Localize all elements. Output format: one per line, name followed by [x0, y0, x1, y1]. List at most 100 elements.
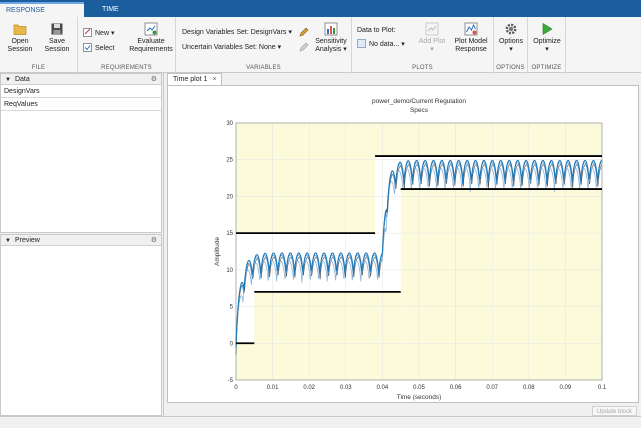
data-item-reqvalues[interactable]: ReqValues — [1, 98, 161, 111]
evaluate-icon — [144, 22, 158, 36]
collapse-triangle-icon[interactable]: ▼ — [5, 75, 11, 86]
sensitivity-icon — [324, 22, 338, 36]
play-icon — [542, 22, 553, 36]
open-label-2: Session — [7, 46, 33, 53]
open-label-1: Open — [11, 38, 29, 45]
options-button[interactable]: Options ▾ — [495, 22, 527, 54]
add-plot-icon — [425, 22, 439, 36]
optimize-label: Optimize — [533, 38, 561, 45]
y-tick-label-5: 20 — [226, 194, 233, 200]
save-label-2: Session — [44, 46, 70, 53]
upper-bound-region-1 — [375, 123, 602, 157]
preview-panel: ▼ Preview ⚙ — [0, 234, 162, 416]
data-panel: ▼ Data ⚙ DesignVars ReqValues — [0, 73, 162, 233]
select-label: Select — [95, 45, 115, 52]
x-axis-label: Time (seconds) — [397, 394, 442, 401]
tab-response-optimization[interactable]: RESPONSE OPTIMIZATION — [0, 2, 84, 27]
y-tick-label-3: 10 — [226, 268, 233, 274]
design-variables-set-dropdown[interactable]: Design Variables Set: DesignVars ▾ — [182, 28, 292, 37]
preview-panel-options-icon[interactable]: ⚙ — [151, 235, 157, 246]
y-tick-label-6: 25 — [226, 158, 233, 164]
save-session-button[interactable]: Save Session — [40, 22, 74, 54]
data-icon — [357, 39, 366, 48]
collapse-triangle-icon[interactable]: ▼ — [5, 236, 11, 247]
optimize-button[interactable]: Optimize ▾ — [529, 22, 565, 54]
sensitivity-analysis-button[interactable]: Sensitivity Analysis ▾ — [311, 22, 351, 54]
toolstrip-tabs: RESPONSE OPTIMIZATION TIME PLOT — [0, 0, 641, 28]
x-tick-label-8: 0.08 — [523, 385, 535, 391]
section-variables: Design Variables Set: DesignVars ▾ Uncer… — [176, 17, 352, 73]
data-panel-title: Data — [14, 76, 30, 83]
section-optimize: Optimize ▾ OPTIMIZE — [528, 17, 566, 73]
evaluate-label-2: Requirements — [129, 46, 173, 53]
x-tick-label-2: 0.02 — [303, 385, 315, 391]
update-block-button[interactable]: Update block — [591, 406, 637, 416]
edit-design-variables-icon[interactable] — [299, 27, 309, 37]
x-tick-label-10: 0.1 — [598, 385, 607, 391]
y-tick-label-4: 15 — [226, 231, 233, 237]
time-plot-figure: 0 0.01 0.02 0.03 0.04 0.05 0.06 0.07 0.08 0.09 0.1… — [167, 85, 639, 403]
lower-bound-region-1 — [254, 291, 401, 380]
new-requirement-button[interactable]: New ▾ — [83, 28, 114, 38]
evaluate-label-1: Evaluate — [137, 38, 165, 45]
sensitivity-label-2: Analysis — [315, 46, 342, 53]
section-plots: Data to Plot: No data... ▾ Add Plot ▾ Plo… — [352, 17, 494, 73]
time-plot-chart[interactable]: 0 0.01 0.02 0.03 0.04 0.05 0.06 0.07 0.08 0.09 0.1… — [168, 86, 638, 402]
x-tick-label-0: 0 — [234, 385, 238, 391]
file-section-label: FILE — [31, 65, 46, 71]
section-options: Options ▾ OPTIONS — [494, 17, 528, 73]
lower-bound-region-2 — [400, 189, 602, 380]
requirements-section-label: REQUIREMENTS — [101, 65, 152, 71]
status-bar: Update block — [0, 406, 641, 428]
section-file: Open Session Save Session FILE — [0, 17, 78, 73]
options-label: Options — [498, 38, 524, 45]
uncertain-set-label: Uncertain Variables Set: None — [182, 44, 276, 51]
plot-model-label-1: Plot Model — [454, 38, 488, 45]
x-tick-label-7: 0.07 — [486, 385, 498, 391]
open-session-button[interactable]: Open Session — [4, 22, 36, 54]
variables-section-label: VARIABLES — [246, 65, 281, 71]
plot-model-response-icon — [464, 22, 478, 36]
save-icon — [51, 23, 63, 35]
x-tick-label-1: 0.01 — [267, 385, 279, 391]
data-item-designvars[interactable]: DesignVars — [1, 85, 161, 98]
data-panel-options-icon[interactable]: ⚙ — [151, 74, 157, 85]
y-tick-label-1: 0 — [230, 341, 234, 347]
y-tick-label-7: 30 — [226, 121, 233, 127]
tab-time-plot-1[interactable]: Time plot 1 × — [167, 73, 223, 85]
save-label-1: Save — [49, 38, 65, 45]
lower-bound-region-0 — [236, 343, 255, 380]
upper-bound-region-0 — [236, 123, 376, 234]
y-tick-label-2: 5 — [230, 305, 234, 311]
chart-title: power_demo/Current Regulation — [372, 98, 466, 105]
close-icon[interactable]: × — [212, 76, 216, 83]
chart-subtitle: Specs — [410, 107, 429, 114]
tab-time-plot[interactable]: TIME PLOT — [96, 2, 142, 28]
data-to-plot-dropdown[interactable]: No data... ▾ — [357, 39, 405, 49]
y-tick-label-0: -5 — [228, 378, 234, 384]
select-icon — [83, 43, 92, 52]
evaluate-requirements-button[interactable]: Evaluate Requirements — [128, 22, 174, 54]
document-area: Time plot 1 × 0 0.01 0.02 0.03 0.04 0.05 0.06 0.… — [163, 73, 641, 416]
plots-section-label: PLOTS — [412, 65, 433, 71]
y-axis-label: Amplitude — [214, 237, 221, 266]
select-requirement-button[interactable]: Select — [83, 43, 114, 53]
plot-model-response-button[interactable]: Plot Model Response — [450, 22, 492, 54]
add-plot-label: Add Plot — [418, 38, 446, 45]
ribbon: Open Session Save Session FILE New ▾ Sel… — [0, 17, 641, 87]
gear-icon — [505, 23, 517, 35]
doc-tab-label: Time plot 1 — [173, 76, 208, 83]
sensitivity-label-1: Sensitivity — [315, 38, 347, 45]
section-requirements: New ▾ Select Evaluate Requirements REQUI… — [78, 17, 176, 73]
data-panel-header[interactable]: ▼ Data ⚙ — [1, 74, 161, 85]
new-requirement-icon — [83, 28, 92, 37]
options-section-label: OPTIONS — [496, 65, 525, 71]
uncertain-variables-set-dropdown[interactable]: Uncertain Variables Set: None ▾ — [182, 43, 281, 52]
optimize-section-label: OPTIMIZE — [531, 65, 562, 71]
add-plot-button[interactable]: Add Plot ▾ — [412, 22, 452, 54]
x-tick-label-3: 0.03 — [340, 385, 352, 391]
edit-uncertain-variables-icon[interactable] — [299, 42, 309, 52]
x-tick-label-9: 0.09 — [560, 385, 572, 391]
preview-panel-title: Preview — [14, 237, 40, 244]
preview-panel-header[interactable]: ▼ Preview ⚙ — [1, 235, 161, 246]
